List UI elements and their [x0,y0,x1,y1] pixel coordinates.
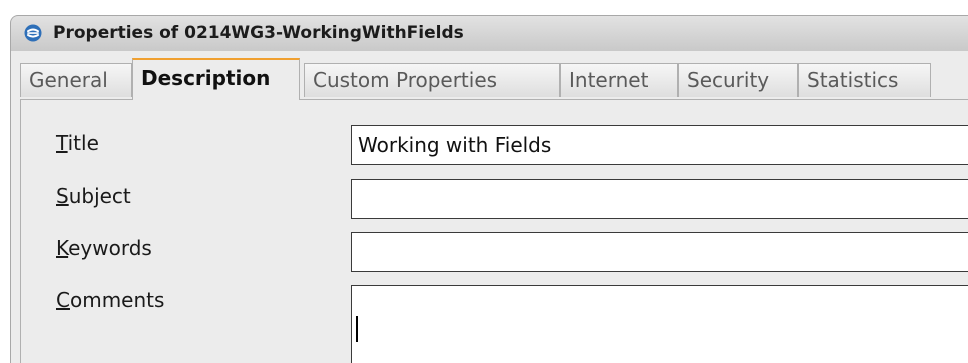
comments-label: Comments [56,288,164,312]
tab-description[interactable]: Description [132,58,300,100]
title-mnemonic: T [56,131,68,155]
subject-field[interactable] [351,179,968,219]
window-title: Properties of 0214WG3-WorkingWithFields [53,23,464,43]
title-label: Title [56,131,99,155]
tab-custom-properties[interactable]: Custom Properties [304,63,560,97]
subject-label: Subject [56,184,131,208]
subject-mnemonic: S [56,184,69,208]
app-logo-icon [24,24,42,42]
title-bar[interactable]: Properties of 0214WG3-WorkingWithFields [10,15,968,51]
keywords-field[interactable] [351,232,968,272]
properties-dialog: Properties of 0214WG3-WorkingWithFields … [0,0,968,363]
comments-mnemonic: C [56,288,70,312]
keywords-mnemonic: K [56,236,69,260]
keywords-label-rest: eywords [68,236,152,260]
keywords-label: Keywords [56,236,152,260]
tab-internet[interactable]: Internet [560,63,678,97]
comments-textarea[interactable] [351,285,968,363]
tab-statistics[interactable]: Statistics [798,63,931,97]
title-label-rest: itle [67,131,99,155]
text-cursor [356,316,358,342]
tab-security[interactable]: Security [678,63,798,97]
comments-label-rest: omments [69,288,165,312]
tab-general[interactable]: General [20,63,132,97]
title-field[interactable]: Working with Fields [351,125,968,165]
subject-label-rest: ubject [68,184,131,208]
